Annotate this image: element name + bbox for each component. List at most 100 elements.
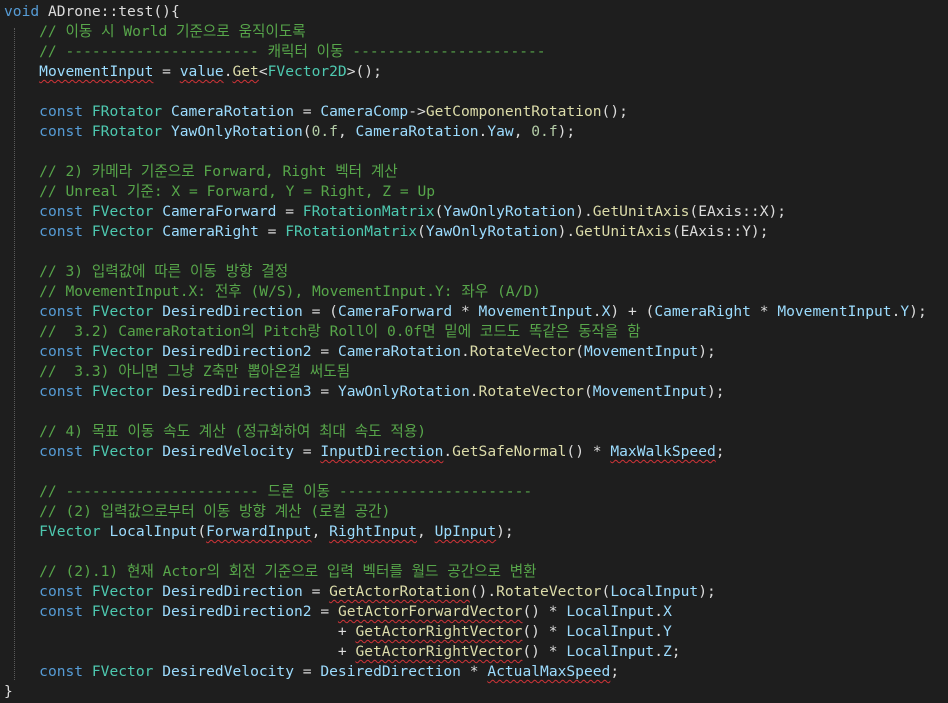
code-token: ( bbox=[197, 523, 207, 540]
code-token: const bbox=[39, 443, 84, 460]
code-line: // Unreal 기준: X = Forward, Y = Right, Z … bbox=[4, 182, 435, 202]
code-token: = bbox=[311, 383, 338, 400]
code-token: DesiredDirection2 bbox=[162, 343, 312, 360]
code-token: DesiredDirection bbox=[320, 663, 461, 680]
code-token: value bbox=[179, 63, 224, 80]
code-token: MovementInput bbox=[592, 383, 707, 400]
code-token: const bbox=[39, 223, 84, 240]
code-line: // 4) 목표 이동 속도 계산 (정규화하여 최대 속도 적용) bbox=[4, 422, 426, 442]
code-token: // 이동 시 World 기준으로 움직이도록 bbox=[4, 23, 306, 40]
code-token: DesiredVelocity bbox=[162, 663, 294, 680]
code-line: // ---------------------- 캐릭터 이동 -------… bbox=[4, 42, 545, 62]
code-token: ADrone::test(){ bbox=[39, 3, 180, 20]
code-token: UpInput bbox=[434, 523, 497, 540]
code-token: , bbox=[337, 123, 356, 140]
code-line: + GetActorRightVector() * LocalInput.Z; bbox=[4, 642, 681, 662]
code-token: LocalInput bbox=[566, 623, 655, 640]
code-token: Yaw bbox=[487, 123, 514, 140]
code-line: const FVector DesiredDirection2 = Camera… bbox=[4, 342, 716, 362]
code-token: RotateVector bbox=[469, 343, 576, 360]
code-token: DesiredDirection3 bbox=[162, 383, 312, 400]
code-token: GetComponentRotation bbox=[425, 103, 602, 120]
code-token: GetActorForwardVector bbox=[337, 603, 523, 620]
code-token: FVector2D bbox=[267, 63, 347, 80]
code-token: = bbox=[311, 343, 338, 360]
code-token: MovementInput bbox=[478, 303, 593, 320]
code-token: = bbox=[153, 63, 180, 80]
code-token: X bbox=[663, 603, 672, 620]
code-token: void bbox=[4, 3, 40, 20]
code-token: const bbox=[39, 123, 84, 140]
code-line: void ADrone::test(){ bbox=[4, 2, 180, 22]
code-token: } bbox=[4, 683, 13, 700]
code-token: Get bbox=[232, 63, 259, 80]
code-line: } bbox=[4, 682, 13, 702]
code-token: CameraForward bbox=[162, 203, 277, 220]
code-token: ForwardInput bbox=[206, 523, 312, 540]
code-token: // 3) 입력값에 따른 이동 방향 결정 bbox=[4, 263, 289, 280]
code-token: FVector bbox=[91, 603, 154, 620]
code-token: = bbox=[302, 583, 330, 600]
code-token: // (2) 입력값으로부터 이동 방향 계산 (로컬 공간) bbox=[4, 503, 391, 520]
code-token: RotateVector bbox=[496, 583, 602, 600]
code-token: RightInput bbox=[329, 523, 418, 540]
code-token: GetActorRotation bbox=[329, 583, 470, 600]
code-token: FVector bbox=[39, 523, 101, 540]
code-token: const bbox=[39, 303, 84, 320]
code-token: ; bbox=[610, 663, 620, 680]
code-line: // 3) 입력값에 따른 이동 방향 결정 bbox=[4, 262, 288, 282]
code-line: const FVector CameraForward = FRotationM… bbox=[4, 202, 786, 222]
code-token: () * bbox=[522, 623, 567, 640]
code-token: ); bbox=[496, 523, 514, 540]
code-token: = bbox=[294, 443, 321, 460]
code-token: LocalInput bbox=[610, 583, 699, 600]
code-token: FRotator bbox=[91, 103, 163, 120]
code-line: // 2) 카메라 기준으로 Forward, Right 벡터 계산 bbox=[4, 162, 398, 182]
code-token: . bbox=[654, 623, 663, 640]
code-token: . bbox=[460, 343, 470, 360]
code-token: ( bbox=[583, 383, 593, 400]
code-token: ( bbox=[302, 123, 312, 140]
code-token: CameraComp bbox=[320, 103, 409, 120]
code-token: const bbox=[39, 663, 84, 680]
code-token: FVector bbox=[91, 303, 154, 320]
code-token: // MovementInput.X: 전후 (W/S), MovementIn… bbox=[4, 283, 541, 300]
code-line: MovementInput = value.Get<FVector2D>(); bbox=[4, 62, 382, 82]
code-token: DesiredDirection bbox=[162, 303, 303, 320]
code-line: FVector LocalInput(ForwardInput, RightIn… bbox=[4, 522, 514, 542]
code-token: ( bbox=[575, 343, 584, 360]
code-token: + bbox=[4, 623, 356, 640]
code-token: DesiredDirection bbox=[162, 583, 303, 600]
code-token: . bbox=[469, 383, 479, 400]
code-token: GetActorRightVector bbox=[355, 623, 523, 640]
code-token: ( bbox=[417, 223, 426, 240]
code-token: DesiredDirection2 bbox=[162, 603, 312, 620]
code-line: // 3.3) 아니면 그냥 Z축만 뽑아온걸 써도됨 bbox=[4, 362, 350, 382]
code-editor[interactable]: void ADrone::test(){ // 이동 시 World 기준으로 … bbox=[0, 0, 948, 703]
code-token: const bbox=[39, 103, 84, 120]
code-line: const FVector CameraRight = FRotationMat… bbox=[4, 222, 768, 242]
code-token: FVector bbox=[91, 343, 154, 360]
code-token: // 4) 목표 이동 속도 계산 (정규화하여 최대 속도 적용) bbox=[4, 423, 427, 440]
code-token: // 3.2) CameraRotation의 Pitch랑 Roll이 0.0… bbox=[4, 323, 641, 340]
code-token: Y bbox=[663, 623, 672, 640]
code-token: RotateVector bbox=[478, 383, 584, 400]
code-token: YawOnlyRotation bbox=[443, 203, 576, 220]
code-token: . bbox=[654, 643, 663, 660]
